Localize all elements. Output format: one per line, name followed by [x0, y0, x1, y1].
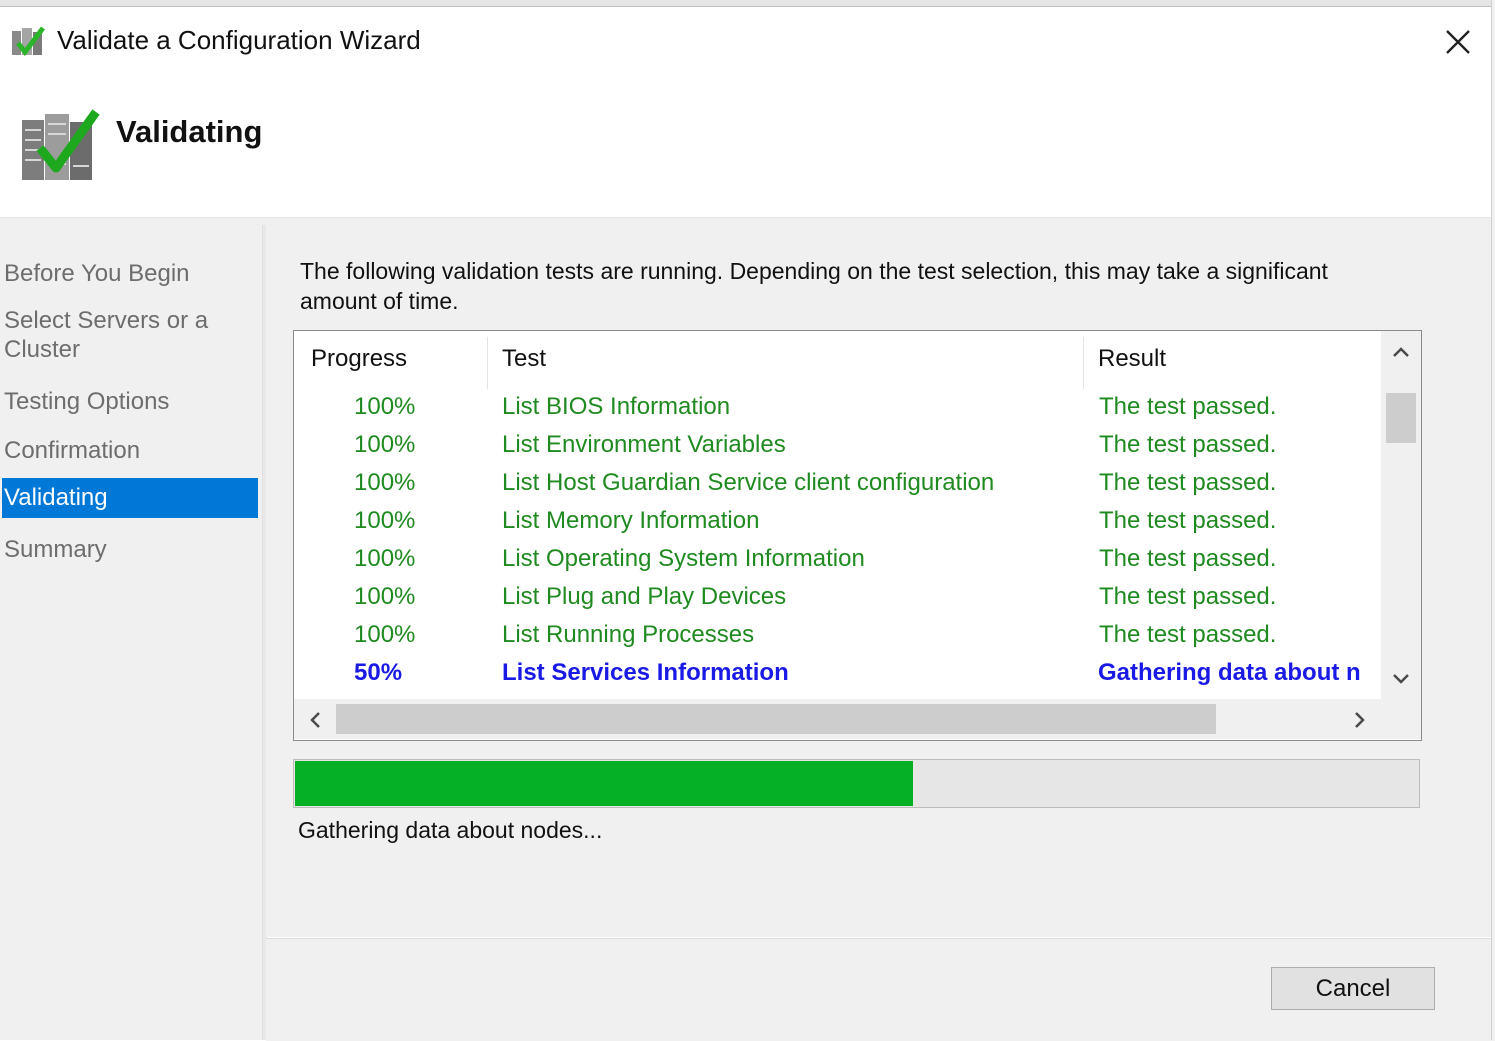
step-before-you-begin[interactable]: Before You Begin: [4, 259, 258, 288]
servers-checkmark-icon: [22, 109, 100, 180]
title-bar: Validate a Configuration Wizard: [0, 7, 1495, 69]
row-test: List Memory Information: [502, 507, 760, 534]
table-row[interactable]: 100% List Plug and Play Devices The test…: [294, 583, 1381, 621]
step-validating[interactable]: Validating: [2, 478, 258, 518]
table-row[interactable]: 100% List Operating System Information T…: [294, 545, 1381, 583]
window-right-edge: [1491, 0, 1495, 1040]
row-test: List Services Information: [502, 659, 789, 686]
row-test: List Plug and Play Devices: [502, 583, 787, 610]
intro-text: The following validation tests are runni…: [300, 258, 1328, 314]
row-result: The test passed.: [1099, 583, 1277, 610]
row-progress: 100%: [354, 583, 416, 610]
progress-fill: [295, 761, 913, 806]
close-icon[interactable]: [1434, 21, 1482, 65]
window-top-edge: [0, 0, 1495, 7]
row-test: List Running Processes: [502, 621, 755, 648]
row-test: List BIOS Information: [502, 393, 731, 420]
overall-progress-bar: [293, 759, 1420, 808]
page-title: Validating: [116, 114, 263, 149]
cancel-button[interactable]: Cancel: [1271, 967, 1435, 1010]
row-result: The test passed.: [1099, 469, 1277, 496]
row-progress: 100%: [354, 393, 416, 420]
table-row[interactable]: 100% List Environment Variables The test…: [294, 431, 1381, 469]
row-progress: 100%: [354, 507, 416, 534]
table-row[interactable]: 100% List BIOS Information The test pass…: [294, 393, 1381, 431]
column-separator[interactable]: [487, 337, 488, 389]
table-row[interactable]: 50% List Services Information Gathering …: [294, 659, 1381, 697]
row-progress: 100%: [354, 545, 416, 572]
table-row[interactable]: 100% List Host Guardian Service client c…: [294, 469, 1381, 507]
cluster-validate-icon: [12, 26, 45, 57]
table-row[interactable]: 100% List Memory Information The test pa…: [294, 507, 1381, 545]
column-header-result[interactable]: Result: [1098, 345, 1166, 373]
row-progress: 100%: [354, 469, 416, 496]
chevron-up-icon[interactable]: [1392, 345, 1410, 359]
row-progress: 100%: [354, 431, 416, 458]
horizontal-scroll-thumb[interactable]: [336, 704, 1216, 734]
vertical-scrollbar[interactable]: [1381, 331, 1421, 699]
row-progress: 100%: [354, 621, 416, 648]
row-result: The test passed.: [1099, 507, 1277, 534]
chevron-down-icon[interactable]: [1392, 672, 1410, 686]
row-progress: 50%: [354, 659, 403, 686]
test-results-list[interactable]: Progress Test Result 100% List BIOS Info…: [293, 330, 1422, 741]
column-header-progress[interactable]: Progress: [311, 345, 407, 373]
vertical-scroll-thumb[interactable]: [1386, 393, 1416, 443]
progress-status-text: Gathering data about nodes...: [298, 817, 603, 843]
horizontal-scrollbar[interactable]: [294, 699, 1381, 739]
steps-panel: Before You Begin Select Servers or a Clu…: [0, 225, 262, 1040]
step-select-servers[interactable]: Select Servers or a Cluster: [4, 306, 234, 364]
row-result: The test passed.: [1099, 393, 1277, 420]
chevron-right-icon[interactable]: [1353, 711, 1367, 729]
row-result: The test passed.: [1099, 621, 1277, 648]
window-title: Validate a Configuration Wizard: [57, 25, 421, 55]
row-test: List Host Guardian Service client config…: [502, 469, 995, 496]
scrollbar-corner: [1381, 699, 1421, 739]
column-separator[interactable]: [1083, 337, 1084, 389]
row-result: Gathering data about n: [1098, 659, 1361, 686]
step-confirmation[interactable]: Confirmation: [4, 436, 258, 465]
row-test: List Environment Variables: [502, 431, 786, 458]
row-result: The test passed.: [1099, 431, 1277, 458]
table-row[interactable]: 100% List Running Processes The test pas…: [294, 621, 1381, 659]
row-result: The test passed.: [1099, 545, 1277, 572]
wizard-header: Validating: [0, 70, 1495, 217]
step-testing-options[interactable]: Testing Options: [4, 387, 258, 416]
column-header-test[interactable]: Test: [502, 345, 546, 373]
step-summary[interactable]: Summary: [4, 535, 258, 564]
row-test: List Operating System Information: [502, 545, 865, 572]
chevron-left-icon[interactable]: [308, 711, 322, 729]
